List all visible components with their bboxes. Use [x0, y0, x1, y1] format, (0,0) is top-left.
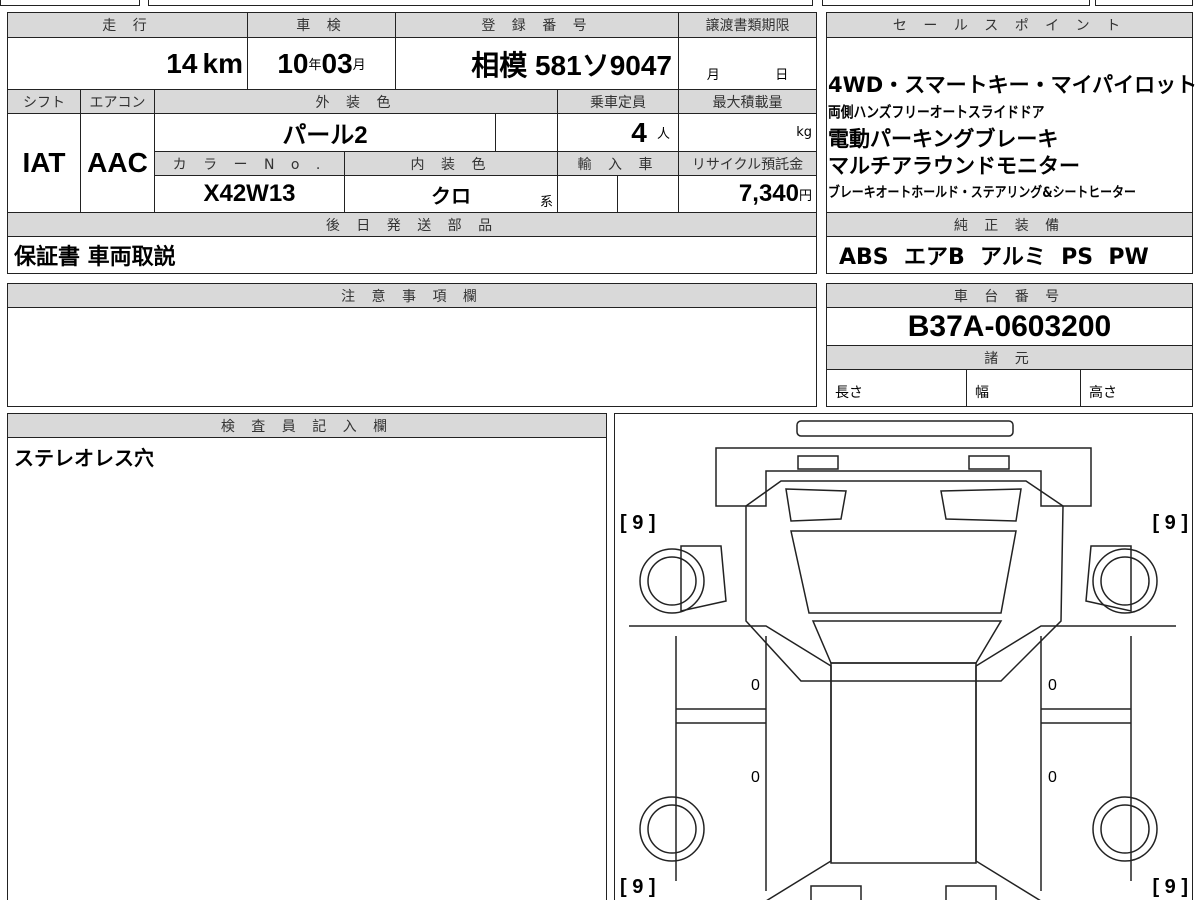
top-strip-cell: [822, 0, 1090, 6]
interior-color-cell: クロ 系: [344, 175, 558, 213]
inspection-label: 車 検: [247, 12, 396, 38]
recycle-unit: 円: [798, 188, 812, 204]
sales-points-list: 4WD・スマートキー・マイパイロット 両側ハンズフリーオートスライドドア 電動パ…: [828, 72, 1197, 207]
registration-value: 相模 581ソ9047: [471, 49, 672, 81]
equipment-label: 純 正 装 備: [826, 212, 1193, 237]
max-load-label: 最大積載量: [678, 89, 817, 114]
chassis-label: 車 台 番 号: [826, 283, 1193, 308]
exterior-color-label: 外 装 色: [154, 89, 558, 114]
aircon-label: エアコン: [80, 89, 155, 114]
mileage-cell: 14 km: [7, 37, 248, 90]
transfer-month-unit: 月: [706, 68, 720, 83]
import-cell: [557, 175, 618, 213]
tire-front-right: [ 9 ]: [1152, 512, 1188, 534]
year-unit: 年: [308, 58, 322, 73]
length-cell: 長さ: [826, 369, 967, 407]
shift-value: IAT: [22, 147, 66, 178]
color-no-label: カ ラ ー N o .: [154, 151, 345, 176]
tire-front-left: [ 9 ]: [620, 512, 656, 534]
car-diagram: [ 9 ] [ 9 ] [ 9 ] [ 9 ] 0 0 0 0: [614, 413, 1193, 900]
capacity-cell: 4 人: [557, 113, 679, 152]
interior-suffix: 系: [539, 195, 553, 210]
later-parts-cell: 保証書 車両取説: [7, 236, 817, 274]
later-parts-value: 保証書 車両取説: [14, 245, 176, 270]
mark-right-rear-door: 0: [1048, 769, 1057, 786]
capacity-unit: 人: [656, 127, 670, 142]
recycle-cell: 7,340 円: [678, 175, 817, 213]
equipment-cell: ABS エアB アルミ PS PW: [826, 236, 1193, 274]
mark-right-front-door: 0: [1048, 677, 1057, 694]
import-cell: [617, 175, 679, 213]
top-strip-cell: [0, 0, 140, 6]
mark-left-front-door: 0: [751, 677, 760, 694]
mileage-unit: km: [202, 47, 243, 79]
inspector-area: ステレオレス穴: [7, 437, 607, 900]
capacity-value: 4: [631, 116, 647, 148]
shift-cell: IAT: [7, 113, 81, 213]
sales-point: ブレーキオートホールド・ステアリング&シートヒーター: [828, 185, 1136, 201]
sales-point: 4WD・スマートキー・マイパイロット: [828, 73, 1198, 97]
shift-label: シフト: [7, 89, 81, 114]
transfer-deadline-label: 譲渡書類期限: [678, 12, 817, 38]
width-cell: 幅: [966, 369, 1081, 407]
exterior-color-value: パール2: [282, 122, 368, 149]
capacity-label: 乗車定員: [557, 89, 679, 114]
later-parts-label: 後 日 発 送 部 品: [7, 212, 817, 237]
tire-rear-left: [ 9 ]: [620, 876, 656, 898]
transfer-day-unit: 日: [775, 68, 789, 83]
tire-rear-right: [ 9 ]: [1152, 876, 1188, 898]
inspector-value: ステレオレス穴: [14, 446, 154, 470]
height-cell: 高さ: [1080, 369, 1193, 407]
color-no-cell: X42W13: [154, 175, 345, 213]
import-label: 輸 入 車: [557, 151, 679, 176]
aircon-cell: AAC: [80, 113, 155, 213]
max-load-unit: kg: [796, 125, 812, 140]
month-unit: 月: [352, 58, 366, 73]
recycle-value: 7,340: [738, 180, 799, 207]
interior-color-label: 内 装 色: [344, 151, 558, 176]
sales-point: 両側ハンズフリーオートスライドドア: [828, 103, 1045, 121]
spec-label: 諸 元: [826, 345, 1193, 370]
exterior-color-extra: [495, 113, 558, 152]
chassis-value: B37A-0603200: [907, 309, 1112, 343]
max-load-cell: kg: [678, 113, 817, 152]
color-no-value: X42W13: [203, 180, 296, 207]
transfer-deadline-cell: 月日: [678, 37, 817, 90]
registration-label: 登 録 番 号: [395, 12, 679, 38]
interior-color-value: クロ: [431, 185, 471, 208]
sales-points-label: セ ー ル ス ポ イ ン ト: [826, 12, 1193, 38]
exterior-color-cell: パール2: [154, 113, 496, 152]
inspector-label: 検 査 員 記 入 欄: [7, 413, 607, 438]
mileage-value: 14: [166, 47, 198, 79]
chassis-cell: B37A-0603200: [826, 307, 1193, 346]
notes-label: 注 意 事 項 欄: [7, 283, 817, 308]
auction-sheet: 走 行 車 検 登 録 番 号 譲渡書類期限 14 km 10 年 03 月 相模 5…: [0, 0, 1200, 900]
equipment-value: ABS エアB アルミ PS PW: [839, 245, 1149, 270]
recycle-label: リサイクル預託金: [678, 151, 817, 176]
top-strip-cell: [148, 0, 813, 6]
top-strip-cell: [1095, 0, 1193, 6]
sales-point: マルチアラウンドモニター: [828, 154, 1080, 178]
car-outline-icon: [629, 420, 1176, 900]
notes-area: [7, 307, 817, 407]
inspection-year: 10: [277, 47, 309, 79]
inspection-month: 03: [321, 47, 353, 79]
mileage-label: 走 行: [7, 12, 248, 38]
aircon-value: AAC: [87, 147, 148, 178]
inspection-cell: 10 年 03 月: [247, 37, 396, 90]
registration-cell: 相模 581ソ9047: [395, 37, 679, 90]
mark-left-rear-door: 0: [751, 769, 760, 786]
sales-point: 電動パーキングブレーキ: [828, 127, 1059, 151]
